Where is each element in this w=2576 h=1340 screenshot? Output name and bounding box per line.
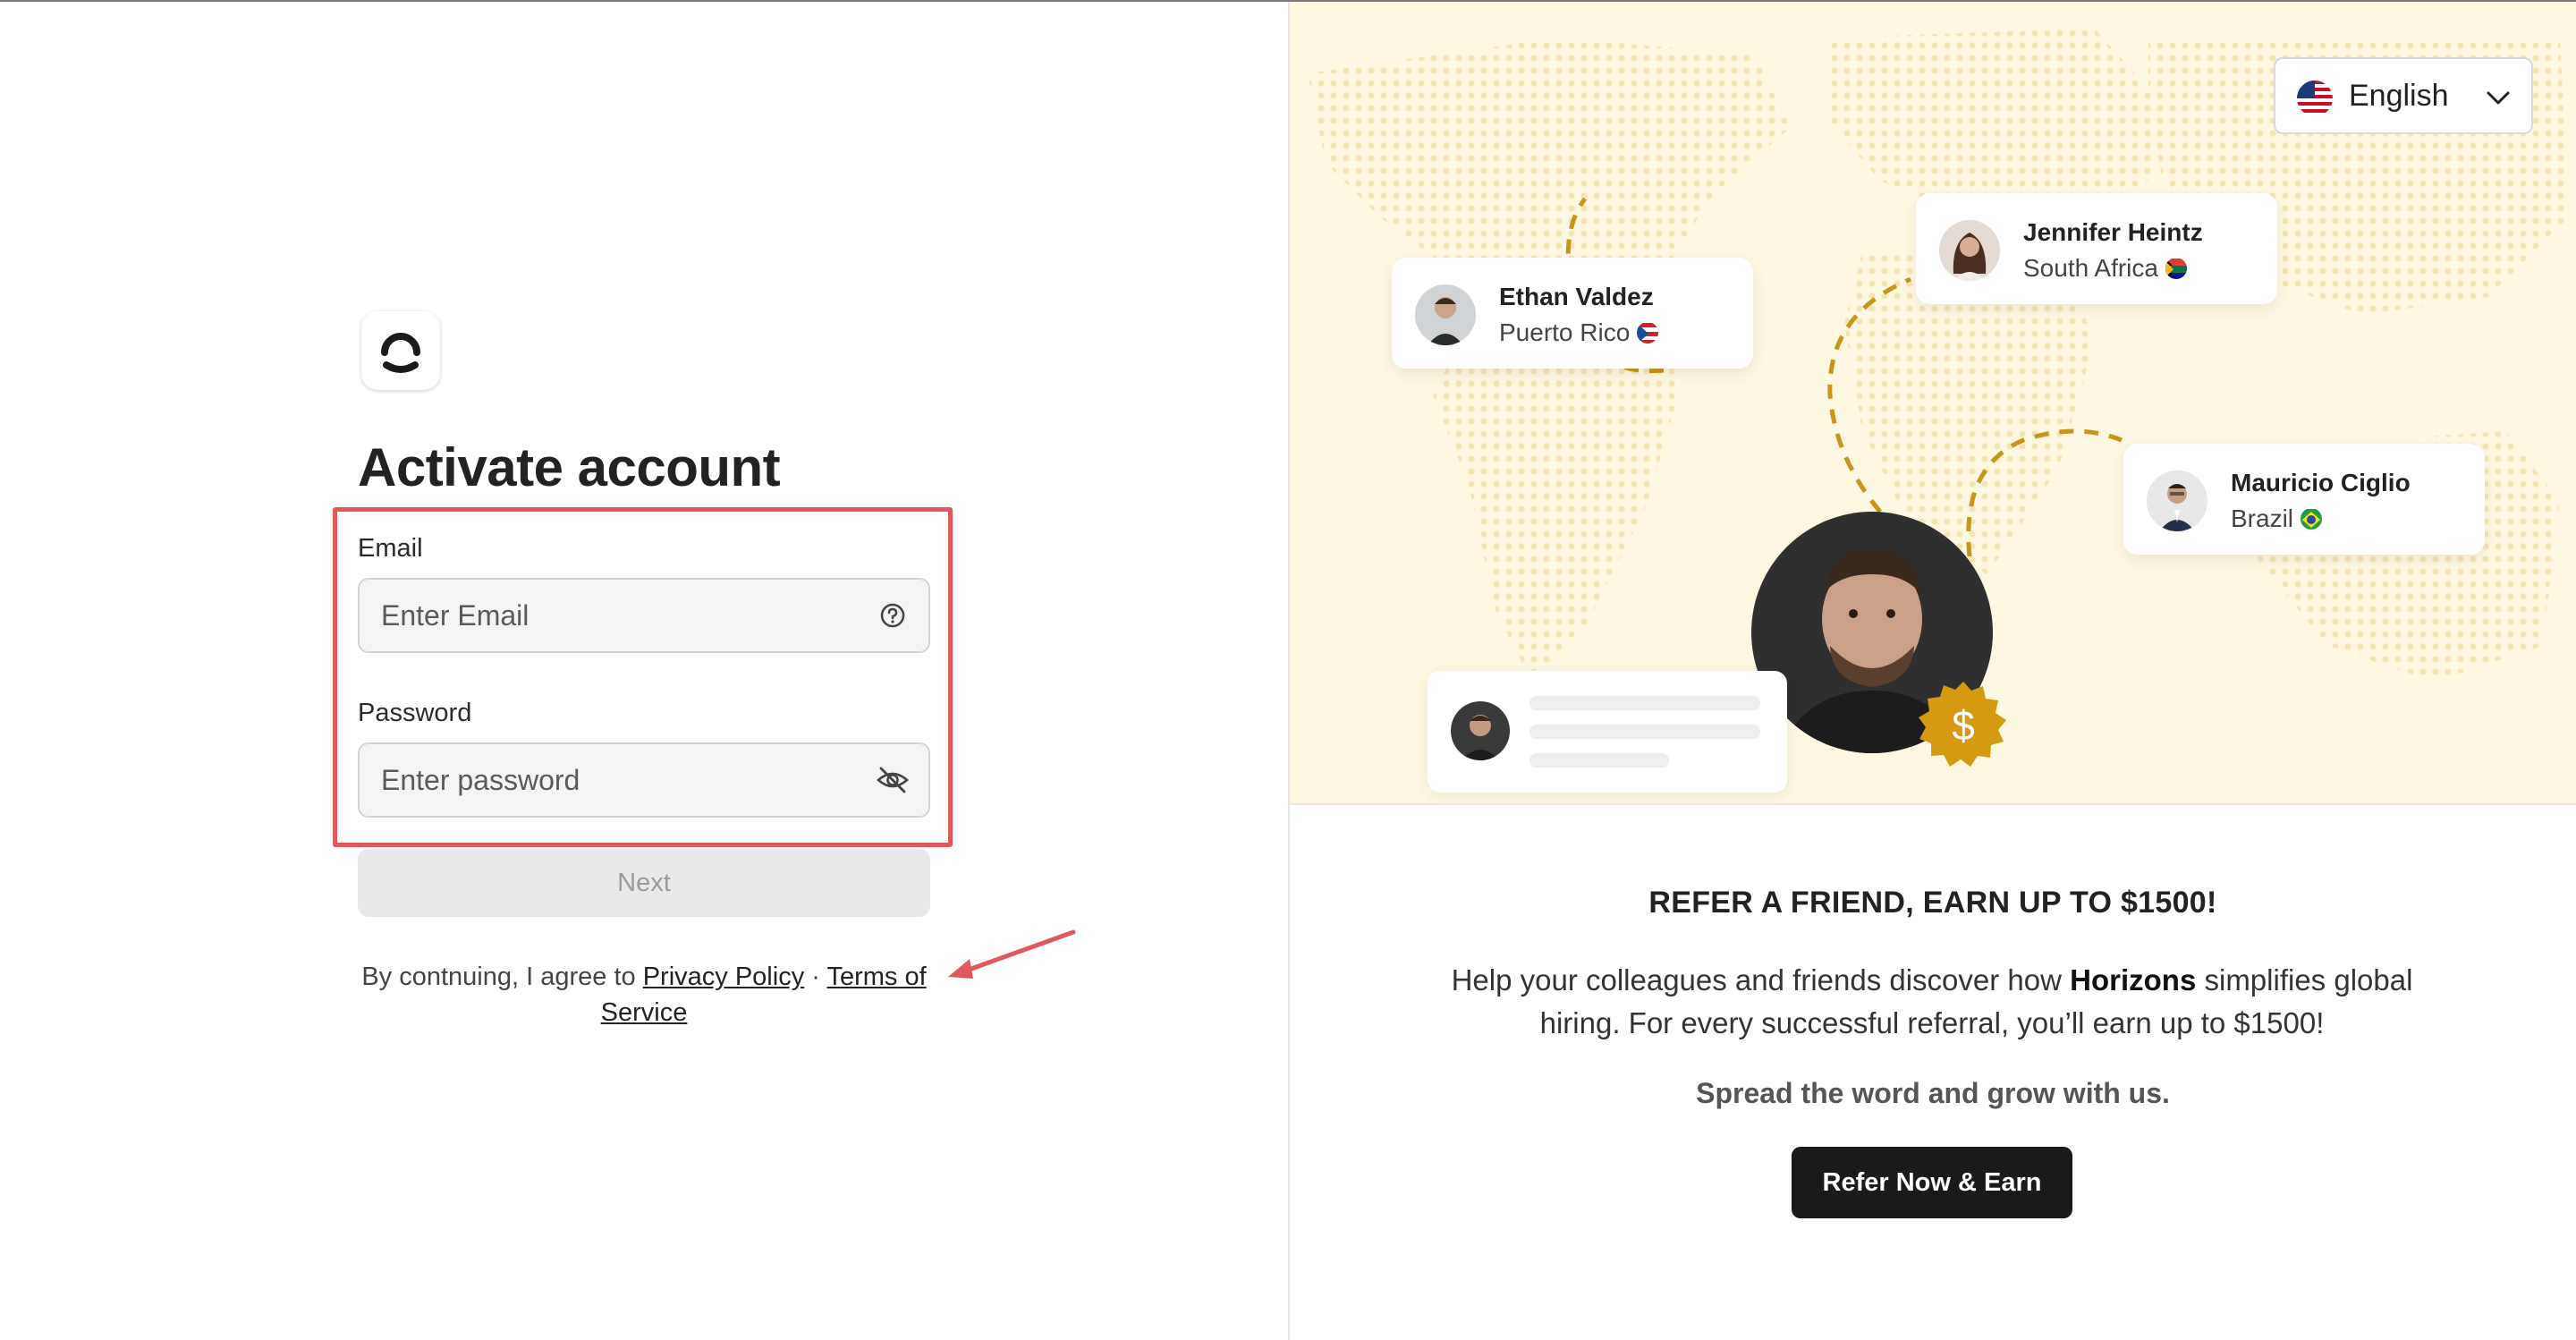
person-card-mauricio: Mauricio Ciglio Brazil <box>2123 444 2485 555</box>
brand-name: Horizons <box>2070 963 2197 997</box>
eye-off-icon[interactable] <box>875 762 911 798</box>
referral-tagline: Spread the word and grow with us. <box>1696 1077 2170 1109</box>
help-circle-icon[interactable] <box>875 598 911 633</box>
avatar <box>1415 284 1476 345</box>
referral-hero-illustration: English Ethan Valdez Puerto Rico Jennife… <box>1290 2 2576 805</box>
agree-prefix-text: By contnuing, I agree to <box>361 963 636 991</box>
avatar <box>2147 471 2207 531</box>
privacy-policy-link[interactable]: Privacy Policy <box>643 963 805 991</box>
person-location: Brazil <box>2231 505 2323 533</box>
referral-message-card <box>1428 671 1787 793</box>
terms-agreement: By contnuing, I agree to Privacy Policy … <box>358 959 930 1030</box>
south-africa-flag-icon <box>2165 258 2187 279</box>
email-field-wrapper <box>358 578 930 653</box>
us-flag-icon <box>2297 81 2333 116</box>
password-field-wrapper <box>358 742 930 818</box>
person-location: South Africa <box>2023 254 2187 283</box>
language-label: English <box>2349 79 2449 113</box>
text-placeholder-bar <box>1530 725 1760 739</box>
app-logo <box>361 311 440 390</box>
password-input[interactable] <box>381 744 864 816</box>
text-placeholder-bar <box>1530 753 1669 768</box>
password-label: Password <box>358 699 472 727</box>
chevron-down-icon <box>2485 84 2512 115</box>
email-label: Email <box>358 534 423 563</box>
person-name: Jennifer Heintz <box>2023 218 2203 246</box>
annotation-arrow <box>948 929 1076 979</box>
separator-dot: · <box>811 963 820 991</box>
person-location: Puerto Rico <box>1499 318 1659 347</box>
badge-symbol: $ <box>1952 702 1975 749</box>
language-selector[interactable]: English <box>2274 57 2533 134</box>
puerto-rico-flag-icon <box>1637 322 1659 343</box>
avatar <box>1451 701 1510 760</box>
text-placeholder-bar <box>1530 696 1760 710</box>
referral-description: Help your colleagues and friends discove… <box>1451 963 2413 1039</box>
brazil-flag-icon <box>2301 508 2323 530</box>
referral-title: REFER A FRIEND, EARN UP TO $1500! <box>1648 886 2217 920</box>
email-input[interactable] <box>381 580 864 651</box>
person-card-ethan: Ethan Valdez Puerto Rico <box>1392 258 1753 369</box>
next-button[interactable]: Next <box>358 849 930 917</box>
page-title: Activate account <box>358 437 781 497</box>
person-name: Ethan Valdez <box>1499 283 1654 310</box>
person-card-jennifer: Jennifer Heintz South Africa <box>1916 193 2277 304</box>
refer-now-button[interactable]: Refer Now & Earn <box>1792 1147 2072 1218</box>
avatar <box>1939 220 2000 281</box>
person-name: Mauricio Ciglio <box>2231 469 2411 496</box>
dollar-badge-icon: $ <box>1919 682 2006 767</box>
